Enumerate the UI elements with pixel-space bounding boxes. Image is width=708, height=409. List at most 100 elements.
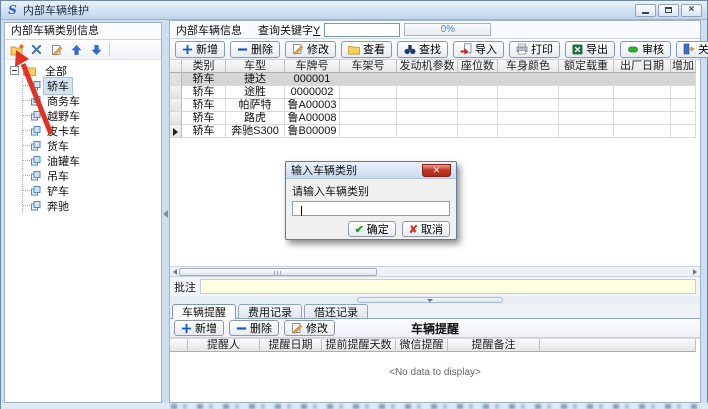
scroll-left-icon[interactable]	[173, 269, 177, 275]
close-button[interactable]: ×	[681, 4, 702, 17]
horizontal-scrollbar[interactable]	[170, 266, 700, 277]
tab-borrow-return-record[interactable]: 借还记录	[304, 304, 368, 318]
grid-corner	[170, 339, 188, 352]
table-cell	[498, 73, 559, 86]
column-header[interactable]: 类别	[182, 60, 226, 73]
tab-expense-record[interactable]: 费用记录	[238, 304, 302, 318]
table-cell	[458, 73, 498, 86]
row-selector	[170, 73, 182, 86]
column-header[interactable]: 出厂日期	[614, 60, 671, 73]
table-cell: 轿车	[182, 112, 226, 125]
table-cell: 0000002	[285, 86, 340, 99]
tree-item[interactable]: 铲车	[23, 183, 161, 198]
tree-item[interactable]: 吊车	[23, 168, 161, 183]
column-header[interactable]: 发动机参数	[397, 60, 458, 73]
edit-note-icon[interactable]	[49, 42, 64, 57]
column-header[interactable]: 提醒人	[188, 339, 260, 352]
tree-item[interactable]: 轿车	[23, 78, 161, 93]
table-cell	[559, 112, 614, 125]
scroll-right-icon[interactable]	[693, 269, 697, 275]
print-button[interactable]: 打印	[509, 41, 560, 58]
delete-x-icon[interactable]	[29, 42, 44, 57]
tab-vehicle-reminder[interactable]: 车辆提醒	[172, 304, 236, 319]
minus-icon	[236, 323, 247, 334]
category-icon	[31, 171, 41, 181]
table-row[interactable]: 轿车帕萨特鲁A00003	[170, 99, 700, 112]
find-button[interactable]: 查找	[397, 41, 448, 58]
column-header[interactable]: 车牌号	[285, 60, 340, 73]
table-cell: 奔驰S300	[226, 125, 285, 138]
ok-button[interactable]: ✔ 确定	[348, 221, 396, 237]
audit-button[interactable]: 审核	[620, 41, 671, 58]
column-header[interactable]: 提醒日期	[260, 339, 322, 352]
delete-button[interactable]: 删除	[230, 41, 280, 58]
category-panel: 内部车辆类别信息 全	[4, 22, 162, 403]
note-input[interactable]	[200, 279, 696, 294]
move-up-icon[interactable]	[69, 42, 84, 57]
modify-button[interactable]: 修改	[285, 41, 336, 58]
maximize-button[interactable]	[658, 4, 679, 17]
column-header[interactable]: 座位数	[458, 60, 498, 73]
table-row[interactable]: 轿车奔驰S300鲁B00009	[170, 125, 700, 138]
minimize-icon	[642, 12, 649, 14]
collapse-left-icon[interactable]	[163, 210, 168, 218]
column-header[interactable]: 提醒备注	[448, 339, 540, 352]
column-header[interactable]: 车型	[226, 60, 285, 73]
column-header[interactable]: 车架号	[340, 60, 397, 73]
splitter-handle[interactable]	[357, 297, 503, 303]
edit-icon	[292, 43, 304, 55]
tree-item-label: 轿车	[44, 78, 72, 94]
table-cell	[458, 125, 498, 138]
scrollbar-thumb[interactable]	[179, 268, 377, 276]
dialog-close-button[interactable]: ✕	[422, 164, 451, 177]
tree-item[interactable]: 油罐车	[23, 153, 161, 168]
view-button[interactable]: 查看	[341, 41, 392, 58]
close-form-button[interactable]: 关闭	[676, 41, 708, 58]
tree-item-label: 越野车	[44, 108, 83, 124]
column-header[interactable]: 增加	[671, 60, 696, 73]
maximize-icon	[665, 7, 672, 13]
cancel-button[interactable]: ✘ 取消	[402, 221, 450, 237]
table-cell	[614, 112, 671, 125]
minimize-button[interactable]	[635, 4, 656, 17]
reminder-delete-button[interactable]: 删除	[229, 320, 279, 336]
column-header[interactable]: 车身颜色	[498, 60, 559, 73]
panel-splitter[interactable]	[162, 22, 169, 403]
tree-root[interactable]: 全部	[10, 63, 161, 78]
grid-corner	[170, 60, 182, 73]
column-header[interactable]: 提前提醒天数	[322, 339, 396, 352]
tree-connector	[23, 190, 30, 191]
tree-connector	[23, 85, 30, 86]
row-selector	[170, 86, 182, 99]
row-selector	[170, 125, 182, 138]
table-row[interactable]: 轿车捷达000001	[170, 73, 700, 86]
reminder-modify-button[interactable]: 修改	[284, 320, 335, 336]
tree-item[interactable]: 商务车	[23, 93, 161, 108]
move-down-icon[interactable]	[89, 42, 104, 57]
reminder-add-button[interactable]: 新增	[174, 320, 224, 336]
column-header[interactable]	[540, 339, 696, 352]
table-row[interactable]: 轿车路虎鲁A00008	[170, 112, 700, 125]
dialog-titlebar[interactable]: 输入车辆类别 ✕	[286, 162, 456, 179]
tree-item-list: 轿车商务车越野车皮卡车货车油罐车吊车铲车奔驰	[22, 78, 161, 213]
add-button[interactable]: 新增	[175, 41, 225, 58]
table-cell	[458, 112, 498, 125]
import-button[interactable]: 导入	[453, 41, 504, 58]
category-name-input[interactable]	[292, 201, 450, 216]
column-header[interactable]: 额定载重	[559, 60, 614, 73]
new-folder-icon[interactable]	[9, 42, 24, 57]
column-header[interactable]: 微信提醒	[396, 339, 448, 352]
export-button[interactable]: 导出	[565, 41, 615, 58]
tree-item[interactable]: 越野车	[23, 108, 161, 123]
tree-item-label: 吊车	[44, 168, 72, 184]
collapse-icon[interactable]	[10, 66, 19, 75]
table-cell	[397, 99, 458, 112]
app-window: S 内部车辆维护 × 内部车辆类别信息	[0, 0, 708, 409]
tree-item[interactable]: 皮卡车	[23, 123, 161, 138]
table-row[interactable]: 轿车途胜0000002	[170, 86, 700, 99]
window-titlebar[interactable]: S 内部车辆维护 ×	[1, 1, 707, 20]
tree-item[interactable]: 奔驰	[23, 198, 161, 213]
plus-icon	[182, 44, 193, 55]
search-input[interactable]	[324, 23, 400, 37]
tree-item[interactable]: 货车	[23, 138, 161, 153]
